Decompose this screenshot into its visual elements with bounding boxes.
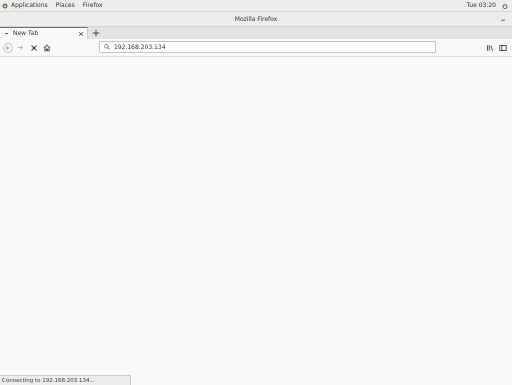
window-title: Mozilla Firefox (234, 15, 278, 23)
page-content[interactable] (0, 57, 512, 385)
window-titlebar: Mozilla Firefox (0, 12, 512, 27)
applications-menu-label: Applications (11, 2, 48, 9)
status-text: Connecting to 192.168.203.134... (2, 377, 95, 384)
plus-icon (92, 29, 100, 37)
new-tab-button[interactable] (91, 28, 101, 38)
sidebar-button[interactable] (497, 42, 508, 53)
power-icon[interactable] (502, 3, 508, 9)
library-button[interactable] (484, 42, 495, 53)
places-menu-label: Places (55, 2, 75, 9)
search-icon (104, 44, 110, 50)
status-panel: Connecting to 192.168.203.134... (0, 375, 131, 385)
system-top-bar: Applications Places Firefox Tue 03:20 (0, 0, 512, 12)
close-icon[interactable] (78, 31, 84, 37)
tab-new-tab[interactable]: New Tab (0, 27, 88, 39)
home-button[interactable] (41, 42, 52, 53)
stop-icon (30, 44, 37, 51)
window-menu-button[interactable] (499, 15, 507, 23)
applications-menu[interactable]: Applications (0, 0, 52, 11)
window-menu-icon (501, 19, 505, 21)
firefox-app-menu[interactable]: Firefox (79, 0, 107, 11)
library-icon (486, 44, 493, 51)
clock[interactable]: Tue 03:20 (467, 2, 496, 9)
places-menu[interactable]: Places (52, 0, 79, 11)
tab-bar: New Tab (0, 27, 512, 39)
back-button[interactable] (2, 42, 13, 53)
applications-icon (2, 2, 8, 9)
url-input[interactable] (114, 42, 435, 52)
url-bar[interactable] (99, 41, 436, 53)
sidebar-icon (498, 44, 507, 51)
home-icon (43, 44, 50, 51)
tab-favicon (5, 33, 8, 34)
navigation-toolbar (0, 39, 512, 57)
stop-button[interactable] (28, 42, 39, 53)
tab-label: New Tab (13, 30, 39, 37)
firefox-app-menu-label: Firefox (82, 2, 103, 9)
back-arrow-icon (2, 42, 13, 53)
top-menu: Applications Places Firefox (0, 0, 107, 11)
forward-arrow-icon (17, 45, 23, 50)
forward-button[interactable] (15, 42, 26, 53)
